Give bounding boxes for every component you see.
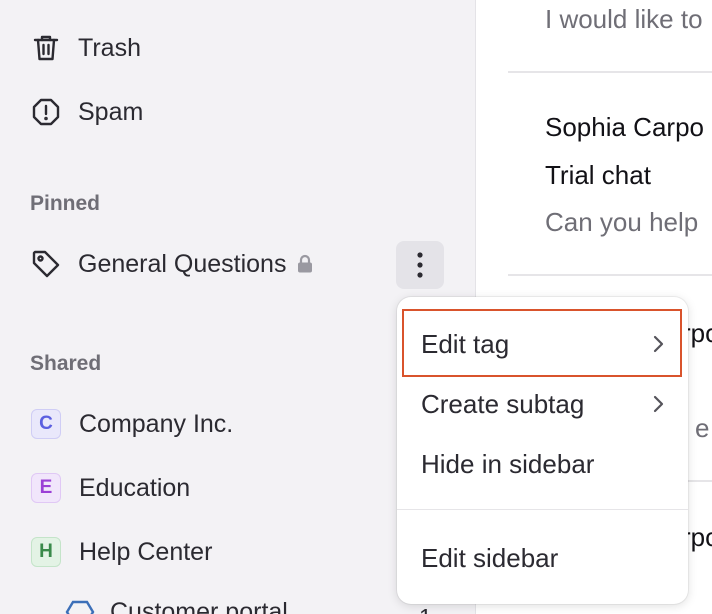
- hexagon-icon: [64, 596, 96, 614]
- divider: [508, 274, 712, 276]
- menu-item-label: Hide in sidebar: [421, 448, 595, 479]
- sidebar-item-general-questions[interactable]: General Questions: [30, 244, 314, 284]
- item-count: 1: [419, 604, 432, 614]
- letter-badge: E: [31, 473, 61, 503]
- sidebar-item-help-center[interactable]: H Help Center: [30, 532, 212, 572]
- sidebar-item-spam[interactable]: Spam: [30, 92, 143, 132]
- conversation-preview: I would like to: [545, 4, 703, 34]
- tag-icon: [30, 248, 62, 280]
- conversation-preview: Can you help: [545, 207, 699, 237]
- sidebar-item-label: Education: [79, 473, 191, 502]
- section-title-shared: Shared: [30, 352, 102, 375]
- sidebar-item-label: Help Center: [79, 537, 213, 566]
- menu-item-label: Create subtag: [421, 388, 585, 419]
- letter-badge: C: [31, 409, 61, 439]
- chevron-right-icon: [653, 395, 664, 413]
- conversation-preview: e: [695, 413, 710, 443]
- sidebar-item-education[interactable]: E Education: [30, 468, 190, 508]
- more-options-button[interactable]: [396, 241, 444, 289]
- divider: [508, 71, 712, 73]
- sidebar-item-label: Customer portal: [110, 597, 288, 614]
- chevron-right-icon: [653, 335, 664, 353]
- conversation-subject: Trial chat: [545, 160, 651, 190]
- tag-context-menu: Edit tag Create subtag Hide in sidebar E…: [397, 297, 688, 604]
- trash-icon: [30, 32, 62, 64]
- sidebar-item-customer-portal[interactable]: Customer portal: [64, 592, 288, 614]
- sidebar-item-label: General Questions: [78, 249, 287, 278]
- spam-icon: [30, 96, 62, 128]
- menu-item-edit-tag[interactable]: Edit tag: [421, 324, 664, 364]
- sidebar-item-label: Company Inc.: [79, 409, 234, 438]
- menu-item-hide-in-sidebar[interactable]: Hide in sidebar: [421, 444, 664, 484]
- lock-icon: [296, 254, 314, 274]
- letter-badge: H: [31, 537, 61, 567]
- sidebar-item-label: Trash: [78, 33, 141, 62]
- sidebar-item-company-inc[interactable]: C Company Inc.: [30, 404, 233, 444]
- menu-item-create-subtag[interactable]: Create subtag: [421, 384, 664, 424]
- section-title-pinned: Pinned: [30, 192, 101, 215]
- menu-item-edit-sidebar[interactable]: Edit sidebar: [421, 538, 664, 578]
- conversation-sender: Sophia Carpo: [545, 112, 704, 142]
- menu-item-label: Edit tag: [421, 328, 510, 359]
- vertical-dots-icon: [417, 252, 423, 278]
- menu-divider: [397, 509, 688, 510]
- menu-item-label: Edit sidebar: [421, 542, 559, 573]
- sidebar-item-trash[interactable]: Trash: [30, 28, 141, 68]
- sidebar-item-label: Spam: [78, 97, 144, 126]
